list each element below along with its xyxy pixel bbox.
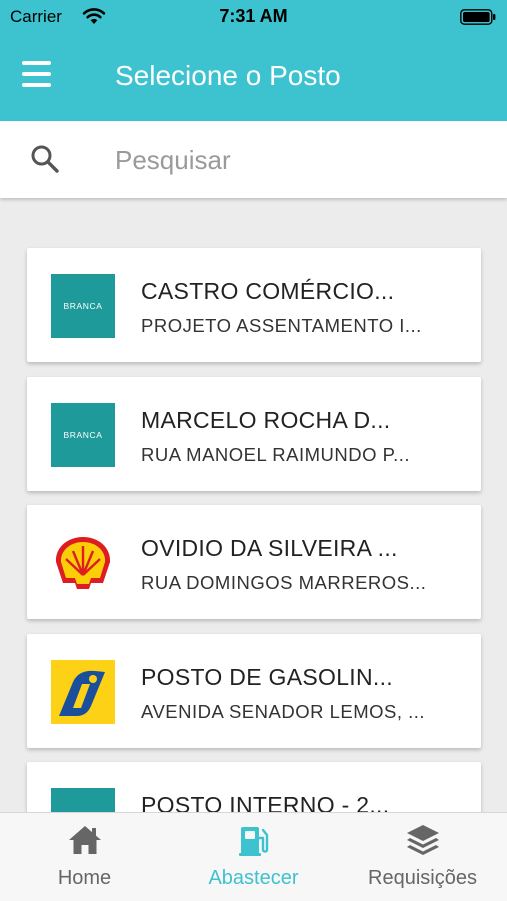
station-address: RUA DOMINGOS MARREROS...: [141, 572, 427, 593]
station-card[interactable]: OVIDIO DA SILVEIRA ... RUA DOMINGOS MARR…: [27, 505, 481, 619]
tab-home[interactable]: Home: [0, 813, 169, 901]
app-bar: Selecione o Posto: [0, 36, 507, 121]
branca-logo: [51, 788, 115, 812]
station-name: MARCELO ROCHA D...: [141, 407, 391, 433]
station-name: CASTRO COMÉRCIO...: [141, 278, 395, 304]
tab-label: Abastecer: [208, 867, 299, 889]
bottom-tab-bar: Home Abastecer Requisições: [0, 812, 507, 901]
station-address: RUA MANOEL RAIMUNDO P...: [141, 444, 410, 465]
ipiranga-logo: [51, 660, 115, 724]
station-card[interactable]: POSTO INTERNO - 2...: [27, 762, 481, 812]
layers-icon: [406, 825, 439, 855]
station-list: BRANCA CASTRO COMÉRCIO... PROJETO ASSENT…: [0, 198, 507, 812]
search-icon: [31, 145, 59, 173]
tab-label: Requisições: [368, 867, 477, 889]
fuel-pump-icon: [238, 827, 268, 856]
tab-label: Home: [57, 867, 112, 889]
search-bar: [0, 121, 507, 198]
station-name: POSTO INTERNO - 2...: [141, 792, 390, 812]
station-name: OVIDIO DA SILVEIRA ...: [141, 535, 398, 561]
hamburger-icon: [22, 61, 51, 65]
station-card[interactable]: BRANCA MARCELO ROCHA D... RUA MANOEL RAI…: [27, 377, 481, 491]
menu-button[interactable]: [22, 61, 58, 93]
station-card[interactable]: BRANCA CASTRO COMÉRCIO... PROJETO ASSENT…: [27, 248, 481, 362]
station-address: AVENIDA SENADOR LEMOS, ...: [141, 701, 426, 722]
home-icon: [68, 826, 101, 854]
station-card[interactable]: POSTO DE GASOLIN... AVENIDA SENADOR LEMO…: [27, 634, 481, 748]
station-address: PROJETO ASSENTAMENTO I...: [141, 315, 422, 336]
tab-requisicoes[interactable]: Requisições: [338, 813, 507, 901]
page-title: Selecione o Posto: [115, 60, 341, 91]
tab-abastecer[interactable]: Abastecer: [169, 813, 338, 901]
branca-logo: BRANCA: [51, 403, 115, 467]
shell-logo: [55, 537, 111, 589]
status-bar: Carrier 7:31 AM: [0, 0, 507, 36]
battery-icon: [460, 9, 496, 25]
branca-logo: BRANCA: [51, 274, 115, 338]
clock: 7:31 AM: [219, 6, 288, 26]
station-name: POSTO DE GASOLIN...: [141, 664, 393, 690]
search-input[interactable]: [113, 137, 487, 183]
